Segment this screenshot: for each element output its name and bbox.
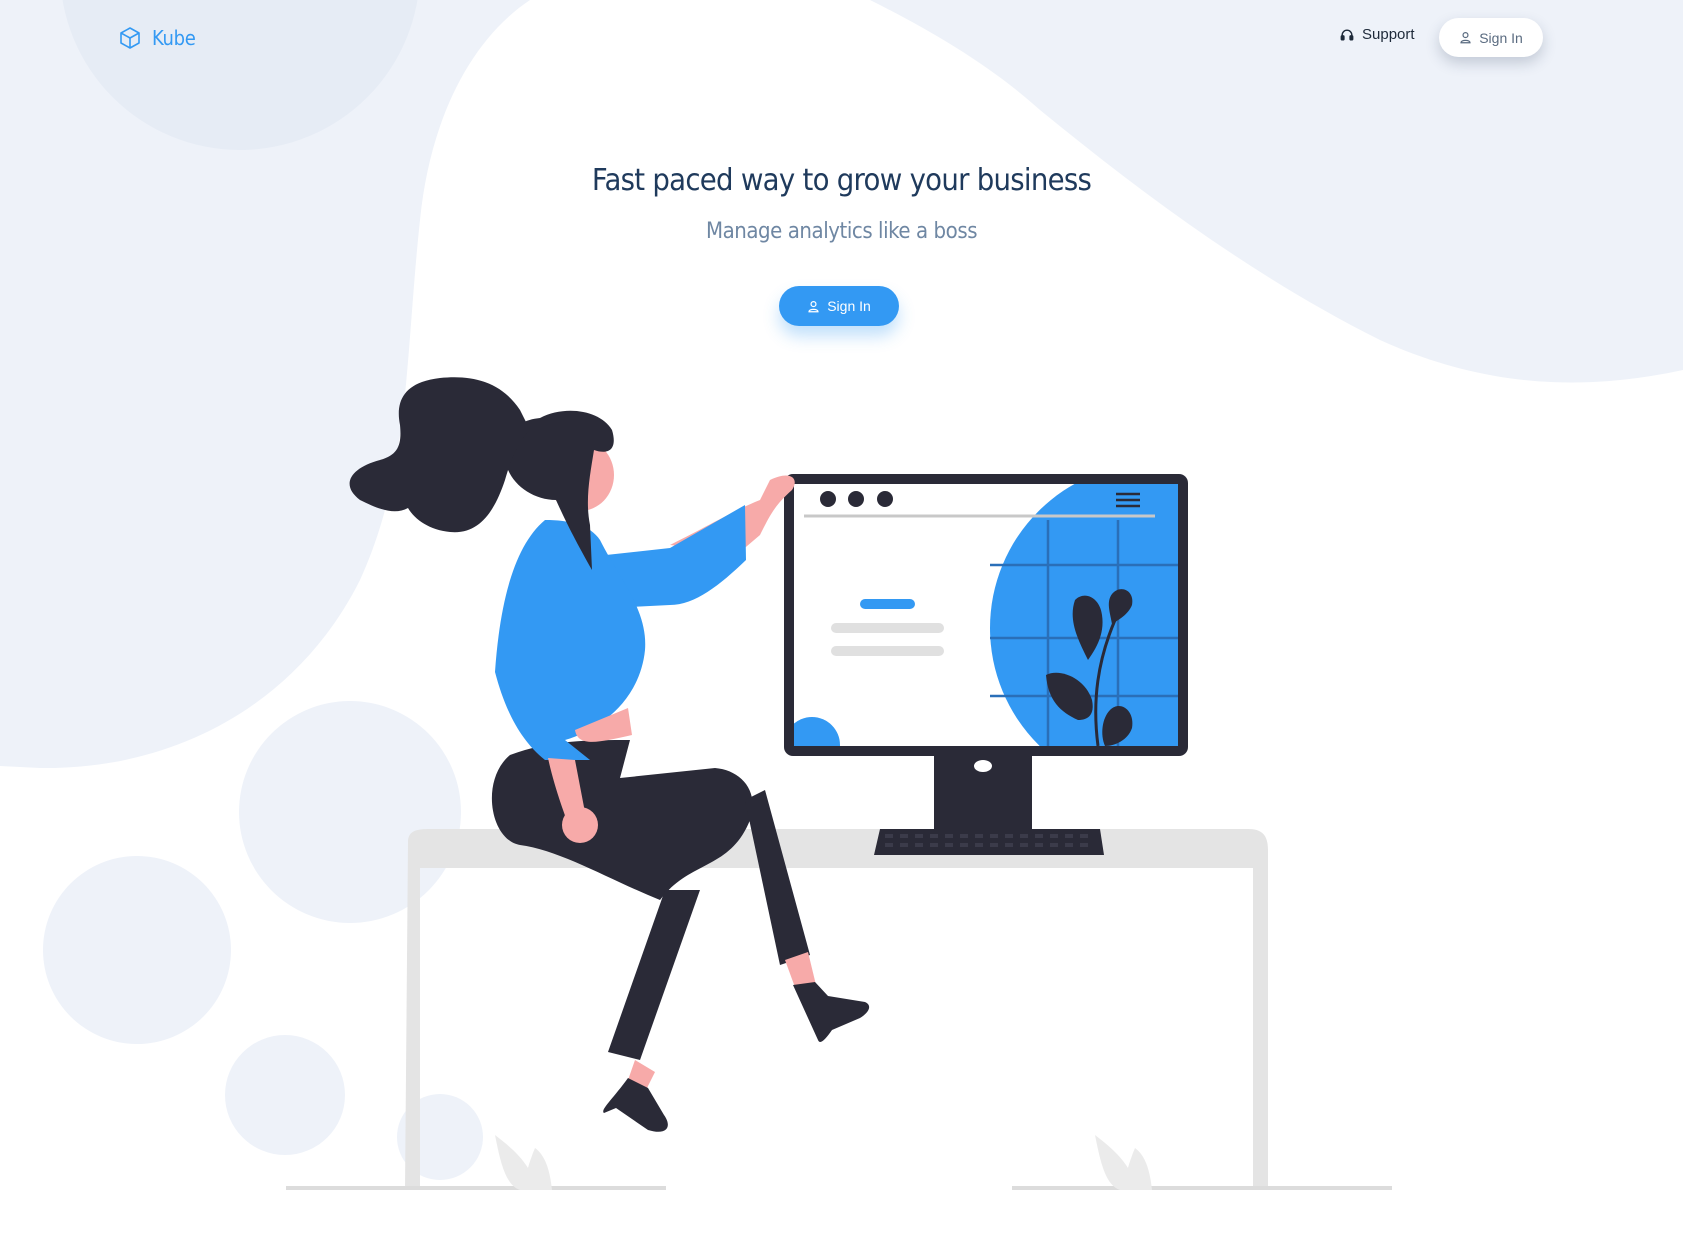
screen-blue-circle (990, 484, 1178, 746)
hero-sign-in-label: Sign In (827, 298, 871, 314)
user-icon (1459, 31, 1472, 44)
support-label: Support (1362, 26, 1415, 43)
user-icon (807, 300, 820, 313)
header-sign-in-button[interactable]: Sign In (1439, 18, 1543, 57)
support-link[interactable]: Support (1340, 26, 1415, 43)
monitor (784, 474, 1188, 855)
hero-subtitle: Manage analytics like a boss (705, 219, 978, 244)
hero-sign-in-button[interactable]: Sign In (779, 286, 899, 326)
headset-icon (1340, 28, 1354, 42)
logo-link[interactable]: Kube (118, 26, 196, 50)
hero-title: Fast paced way to grow your business (591, 163, 1092, 198)
cube-icon (118, 26, 142, 50)
grass-shapes (495, 1135, 1152, 1190)
header-sign-in-label: Sign In (1479, 29, 1523, 46)
logo-text: Kube (152, 26, 196, 50)
